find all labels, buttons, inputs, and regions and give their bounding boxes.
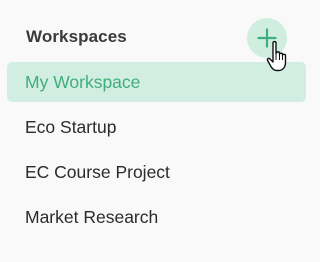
workspace-item-my-workspace[interactable]: My Workspace [7, 62, 306, 102]
hand-pointer-icon [266, 40, 287, 72]
workspace-item-market-research[interactable]: Market Research [7, 197, 306, 237]
workspaces-header: Workspaces [26, 27, 127, 46]
workspaces-panel: Workspaces My Workspace Eco Startup EC C… [0, 0, 315, 262]
workspace-item-ec-course-project[interactable]: EC Course Project [7, 152, 306, 192]
workspace-list: My Workspace Eco Startup EC Course Proje… [7, 62, 306, 242]
workspace-item-eco-startup[interactable]: Eco Startup [7, 107, 306, 147]
